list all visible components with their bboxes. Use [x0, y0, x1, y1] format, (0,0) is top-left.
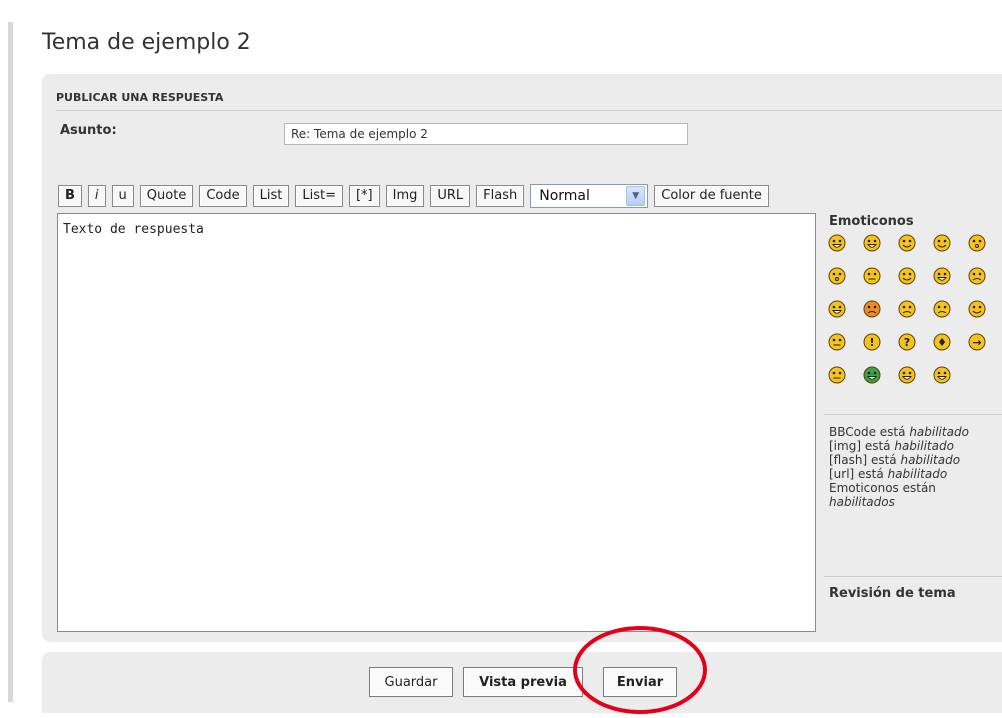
italic-button[interactable]: i [87, 185, 106, 207]
code-button[interactable]: Code [199, 185, 247, 207]
flash-button[interactable]: Flash [476, 185, 525, 207]
bbcode-status-value: habilitado [909, 425, 969, 439]
smiley-mrgreen-icon[interactable] [863, 366, 881, 384]
smiley-happy-icon[interactable] [863, 234, 881, 252]
img-status-value: habilitado [894, 439, 954, 453]
font-size-value: Normal [539, 188, 590, 204]
smiley-laughing-icon[interactable] [933, 267, 951, 285]
preview-button[interactable]: Vista previa [463, 667, 583, 697]
svg-text:?: ? [904, 336, 910, 349]
smilies-status-value: habilitados [829, 495, 895, 509]
smiley-mad-icon[interactable] [968, 267, 986, 285]
smiley-neutral-icon[interactable] [828, 366, 846, 384]
smiley-embarrassed-icon[interactable] [863, 300, 881, 318]
list-button[interactable]: List [252, 185, 290, 207]
smiley-cool-icon[interactable] [898, 267, 916, 285]
smiley-wink-icon[interactable] [933, 234, 951, 252]
url-status-value: habilitado [887, 467, 948, 481]
font-size-select[interactable]: Normal ▼ [530, 184, 649, 208]
page-title: Tema de ejemplo 2 [42, 30, 251, 55]
smiley-exclaim-icon[interactable]: ! [863, 333, 881, 351]
smiley-rolleyes-icon[interactable] [828, 333, 846, 351]
smiley-geek-icon[interactable] [898, 366, 916, 384]
bbcode-status-label: BBCode está [829, 425, 906, 439]
bold-button[interactable]: B [58, 185, 82, 207]
smiley-ugeek-icon[interactable] [933, 366, 951, 384]
underline-button[interactable]: u [111, 185, 134, 207]
smiley-twisted-icon[interactable] [968, 300, 986, 318]
smiley-razz-icon[interactable] [828, 300, 846, 318]
url-button[interactable]: URL [430, 185, 471, 207]
smiley-confused-icon[interactable] [863, 267, 881, 285]
smiley-grin-icon[interactable] [828, 234, 846, 252]
subject-input[interactable] [284, 123, 688, 145]
flash-status-label: [flash] está [829, 453, 897, 467]
svg-text:→: → [972, 336, 981, 349]
img-button[interactable]: Img [385, 185, 425, 207]
side-divider [824, 576, 1002, 577]
ordered-list-button[interactable]: List= [295, 185, 343, 207]
heading-divider [56, 110, 1002, 111]
smiley-evil-icon[interactable] [933, 300, 951, 318]
smilies-grid: !? ♦ → [828, 232, 1002, 397]
svg-text:♦: ♦ [937, 336, 947, 349]
quote-button[interactable]: Quote [139, 185, 194, 207]
svg-text:!: ! [869, 336, 874, 349]
chevron-down-icon[interactable]: ▼ [626, 186, 646, 206]
save-button[interactable]: Guardar [369, 667, 453, 697]
flash-status-value: habilitado [900, 453, 961, 467]
img-status-label: [img] está [829, 439, 891, 453]
bbcode-status: BBCode está habilitado [img] está habili… [829, 425, 999, 509]
topic-review-link[interactable]: Revisión de tema [829, 586, 956, 601]
smiley-idea-icon[interactable]: ♦ [933, 333, 951, 351]
panel-heading: PUBLICAR UNA RESPUESTA [56, 91, 224, 104]
smiley-arrow-icon[interactable]: → [968, 333, 986, 351]
smiley-shocked-icon[interactable] [828, 267, 846, 285]
font-color-button[interactable]: Color de fuente [654, 185, 769, 207]
url-status-label: [url] está [829, 467, 884, 481]
smiley-question-icon[interactable]: ? [898, 333, 916, 351]
message-textarea[interactable]: Texto de respuesta [57, 213, 816, 632]
smilies-status-label: Emoticonos están [829, 481, 936, 495]
bbcode-toolbar: B i u Quote Code List List= [*] Img URL … [58, 183, 775, 209]
smiley-surprised-icon[interactable] [968, 234, 986, 252]
smiley-smile-icon[interactable] [898, 234, 916, 252]
side-divider [824, 414, 1002, 415]
subject-label: Asunto: [60, 123, 117, 138]
smiley-sad-icon[interactable] [898, 300, 916, 318]
smilies-title: Emoticonos [829, 214, 914, 229]
left-border [8, 22, 13, 702]
list-item-button[interactable]: [*] [348, 185, 380, 207]
submit-button[interactable]: Enviar [603, 667, 677, 697]
